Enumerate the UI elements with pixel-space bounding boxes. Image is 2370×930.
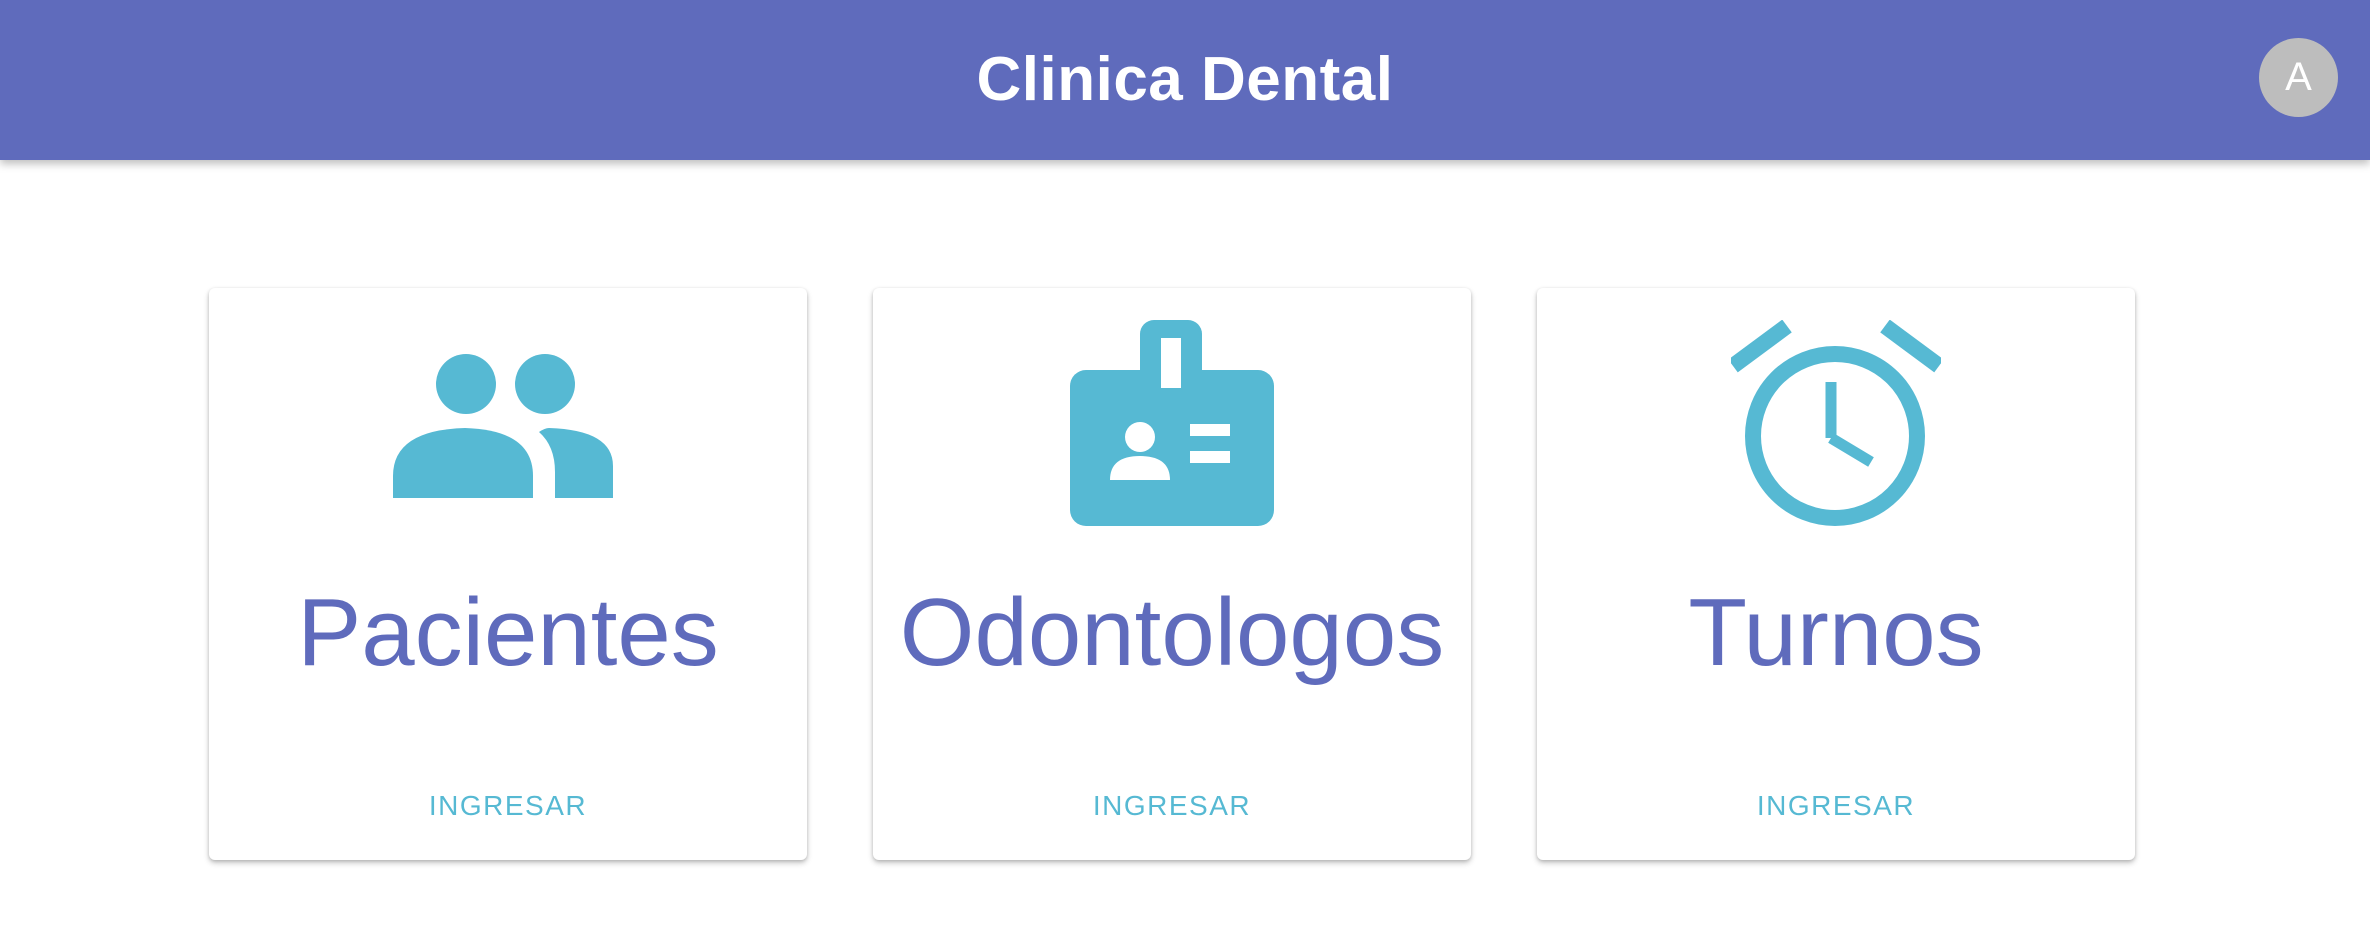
app-title: Clinica Dental: [976, 45, 1394, 114]
badge-icon: [873, 318, 1471, 528]
avatar[interactable]: A: [2259, 38, 2338, 117]
card-title: Odontologos: [899, 579, 1445, 686]
card-title: Pacientes: [297, 579, 719, 686]
app-bar: Clinica Dental A: [0, 0, 2370, 160]
card-odontologos: Odontologos INGRESAR: [873, 288, 1471, 860]
ingresar-button[interactable]: INGRESAR: [1537, 790, 2135, 822]
card-title: Turnos: [1688, 579, 1984, 686]
ingresar-button[interactable]: INGRESAR: [209, 790, 807, 822]
alarm-clock-icon: [1537, 318, 2135, 528]
ingresar-button[interactable]: INGRESAR: [873, 790, 1471, 822]
card-pacientes: Pacientes INGRESAR: [209, 288, 807, 860]
card-turnos: Turnos INGRESAR: [1537, 288, 2135, 860]
people-icon: [209, 318, 807, 528]
